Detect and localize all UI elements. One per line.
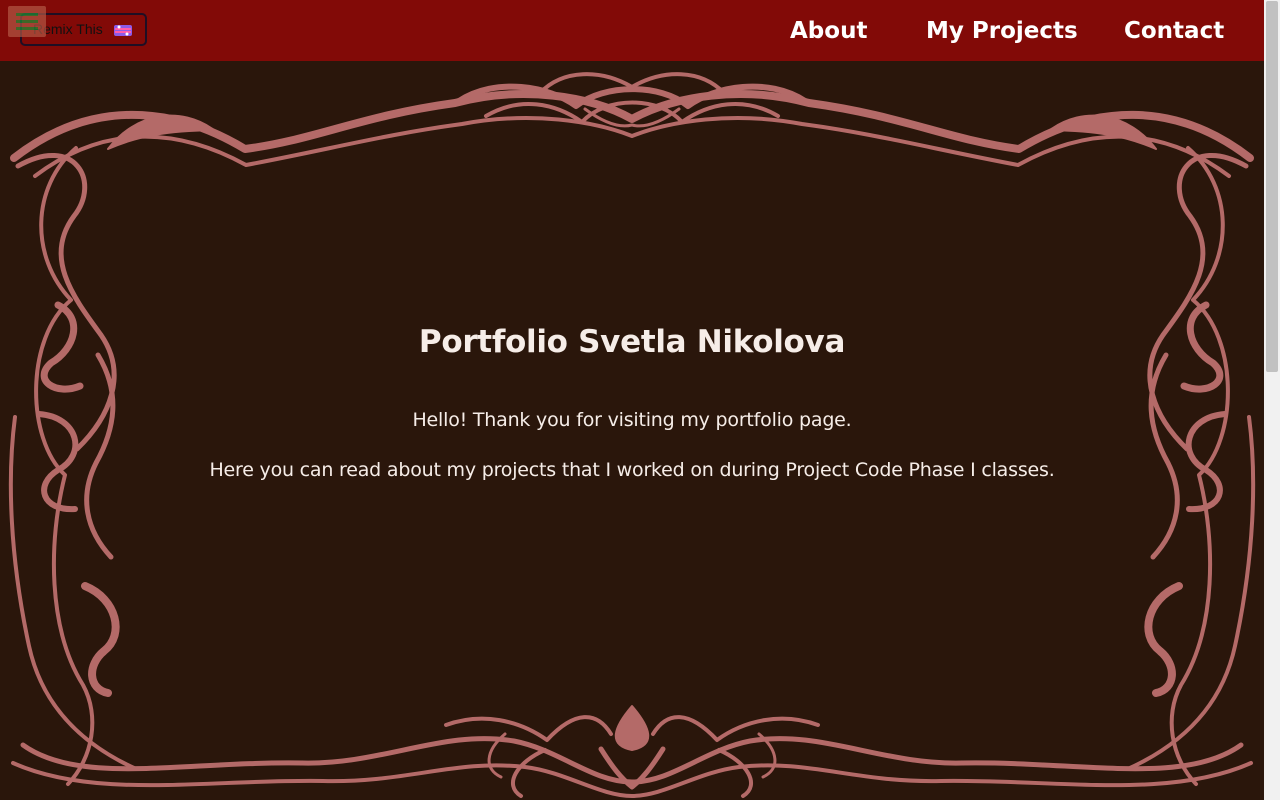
menu-line-icon bbox=[16, 13, 38, 16]
scrollbar-thumb[interactable] bbox=[1266, 1, 1278, 372]
remix-emoji-icon bbox=[113, 25, 132, 37]
nav-link-about[interactable]: About bbox=[790, 14, 867, 48]
menu-line-icon bbox=[16, 20, 38, 23]
portfolio-page: Remix This About My Projects Contact Por… bbox=[0, 0, 1280, 800]
vertical-scrollbar[interactable] bbox=[1264, 0, 1280, 800]
menu-line-icon bbox=[16, 27, 38, 30]
hero-content: Portfolio Svetla Nikolova Hello! Thank y… bbox=[0, 320, 1264, 484]
hamburger-menu-icon[interactable] bbox=[8, 6, 46, 37]
nav-link-my-projects[interactable]: My Projects bbox=[926, 14, 1078, 48]
intro-paragraph: Hello! Thank you for visiting my portfol… bbox=[412, 409, 852, 431]
intro-paragraph: Here you can read about my projects that… bbox=[209, 459, 1055, 481]
top-navbar: Remix This About My Projects Contact bbox=[0, 0, 1264, 61]
nav-link-contact[interactable]: Contact bbox=[1124, 14, 1224, 48]
page-title: Portfolio Svetla Nikolova bbox=[418, 324, 846, 360]
